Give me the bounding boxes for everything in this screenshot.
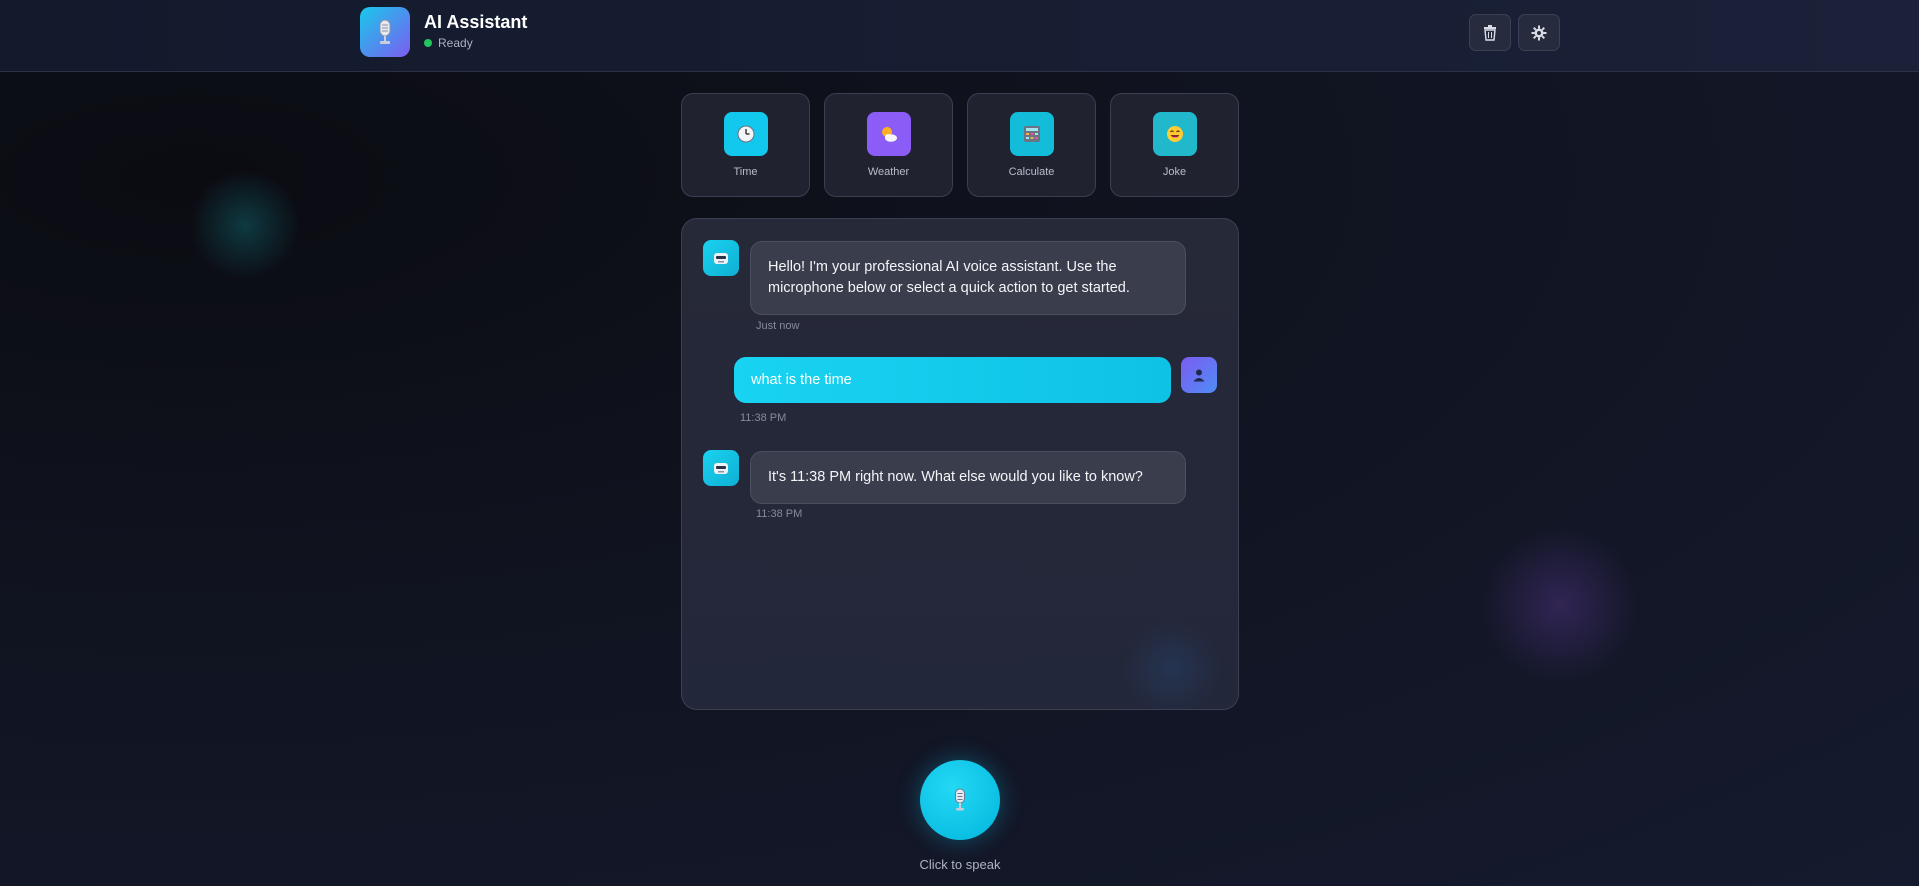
status-indicator: Ready bbox=[424, 36, 473, 50]
microphone-icon bbox=[379, 19, 391, 44]
user-message-bubble: what is the time bbox=[734, 357, 1171, 403]
message-timestamp: 11:38 PM bbox=[740, 412, 787, 424]
assistant-message-bubble: Hello! I'm your professional AI voice as… bbox=[750, 241, 1186, 315]
quick-action-weather[interactable]: Weather bbox=[824, 93, 953, 197]
mic-hint-text: Click to speak bbox=[919, 857, 1001, 872]
quick-action-calculate[interactable]: Calculate bbox=[967, 93, 1096, 197]
status-dot bbox=[424, 39, 432, 47]
quick-action-icon-box bbox=[866, 112, 911, 156]
quick-action-icon-box bbox=[1152, 112, 1197, 156]
app-header: AI Assistant Ready bbox=[0, 0, 1919, 72]
quick-action-label: Weather bbox=[867, 166, 910, 178]
gear-icon bbox=[1531, 25, 1547, 40]
quick-action-label: Joke bbox=[1162, 166, 1187, 178]
robot-icon bbox=[714, 463, 728, 474]
clear-chat-button[interactable] bbox=[1469, 14, 1511, 51]
chat-panel[interactable]: Hello! I'm your professional AI voice as… bbox=[681, 218, 1239, 710]
quick-action-icon-box bbox=[1009, 112, 1054, 156]
user-icon bbox=[1193, 369, 1205, 382]
clock-icon bbox=[737, 125, 754, 143]
user-avatar bbox=[1181, 357, 1217, 393]
calculator-icon bbox=[1023, 126, 1040, 142]
message-timestamp: 11:38 PM bbox=[756, 508, 803, 520]
quick-action-label: Calculate bbox=[1008, 166, 1055, 178]
quick-action-label: Time bbox=[733, 166, 758, 178]
trash-icon bbox=[1484, 24, 1496, 41]
microphone-icon bbox=[955, 788, 965, 811]
settings-button[interactable] bbox=[1518, 14, 1560, 51]
app-logo bbox=[360, 7, 410, 57]
status-text: Ready bbox=[438, 36, 473, 50]
assistant-message-bubble: It's 11:38 PM right now. What else would… bbox=[750, 451, 1186, 504]
quick-action-joke[interactable]: Joke bbox=[1110, 93, 1239, 197]
quick-action-time[interactable]: Time bbox=[681, 93, 810, 197]
robot-icon bbox=[714, 253, 728, 264]
assistant-avatar bbox=[703, 240, 739, 276]
app-title: AI Assistant bbox=[424, 12, 528, 32]
laughing-face-icon bbox=[1166, 126, 1183, 142]
sun-cloud-icon bbox=[881, 127, 897, 142]
microphone-button[interactable] bbox=[920, 760, 1000, 840]
assistant-avatar bbox=[703, 450, 739, 486]
message-timestamp: Just now bbox=[756, 320, 800, 332]
quick-action-icon-box bbox=[723, 112, 768, 156]
